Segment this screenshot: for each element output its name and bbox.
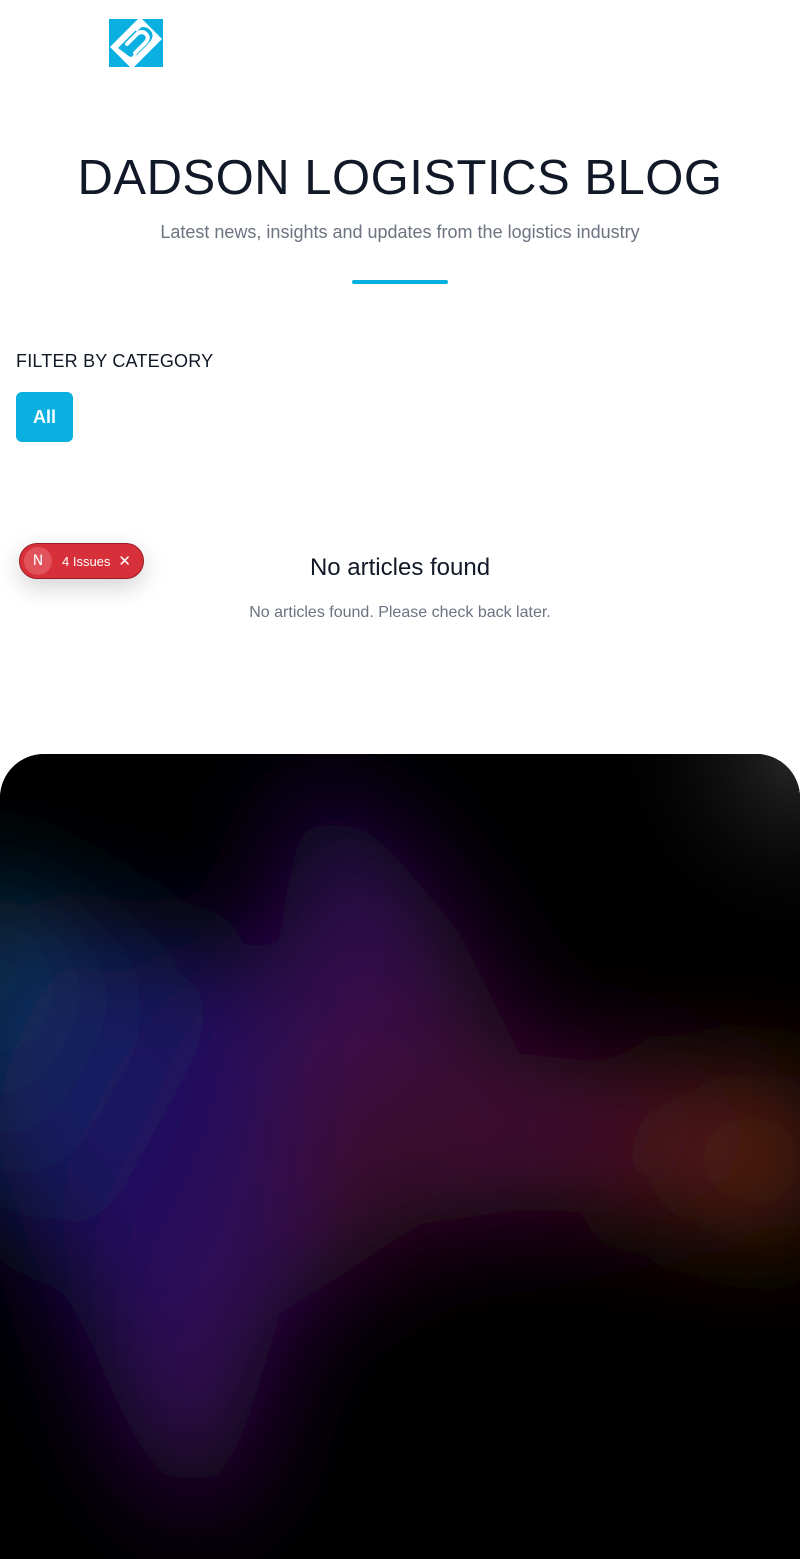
page-subtitle: Latest news, insights and updates from t… bbox=[160, 222, 640, 242]
empty-state-message: No articles found. Please check back lat… bbox=[249, 604, 551, 621]
brand-s-logo-icon bbox=[109, 19, 163, 67]
category-filter-all-button[interactable]: All bbox=[16, 392, 73, 442]
brand-logo[interactable] bbox=[108, 18, 164, 68]
blog-page: DADSON LOGISTICS BLOG Latest news, insig… bbox=[0, 0, 800, 1559]
dev-issues-indicator[interactable]: N 4 Issues ✕ bbox=[19, 543, 144, 579]
title-divider bbox=[352, 280, 448, 284]
gradient-art bbox=[0, 754, 800, 1559]
issues-count-label: 4 Issues bbox=[62, 553, 111, 569]
close-icon[interactable]: ✕ bbox=[118, 552, 131, 570]
nextjs-n-icon: N bbox=[24, 547, 52, 575]
page-title: DADSON LOGISTICS BLOG bbox=[77, 151, 723, 205]
filter-heading: FILTER BY CATEGORY bbox=[16, 351, 214, 371]
footer-gradient-background bbox=[0, 754, 800, 1559]
